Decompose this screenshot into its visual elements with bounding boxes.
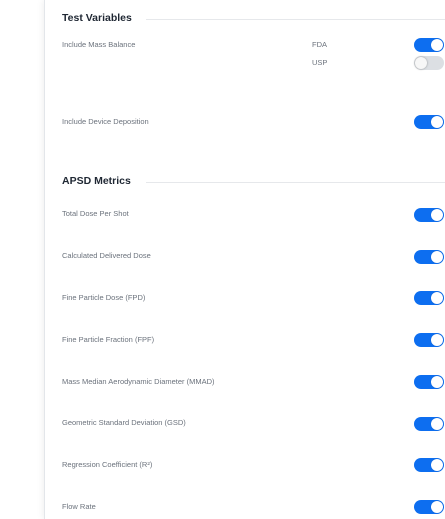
metric-label-fpd: Fine Particle Dose (FPD) bbox=[62, 293, 146, 302]
test-variables-heading: Test Variables bbox=[62, 12, 132, 24]
toggle-knob bbox=[431, 501, 443, 513]
fpd-toggle[interactable] bbox=[414, 291, 444, 305]
toggle-knob bbox=[431, 418, 443, 430]
flow-rate-toggle[interactable] bbox=[414, 500, 444, 514]
toggle-knob bbox=[431, 116, 443, 128]
fda-label: FDA bbox=[312, 40, 327, 49]
fda-mass-balance-toggle[interactable] bbox=[414, 38, 444, 52]
toggle-knob bbox=[431, 376, 443, 388]
toggle-knob bbox=[431, 334, 443, 346]
metric-label-flow-rate: Flow Rate bbox=[62, 502, 96, 511]
mmad-toggle[interactable] bbox=[414, 375, 444, 389]
metric-label-regression: Regression Coefficient (R²) bbox=[62, 460, 153, 469]
toggle-knob bbox=[431, 292, 443, 304]
delivered-dose-toggle[interactable] bbox=[414, 250, 444, 264]
metric-label-fpf: Fine Particle Fraction (FPF) bbox=[62, 335, 155, 344]
toggle-knob bbox=[431, 251, 443, 263]
regression-toggle[interactable] bbox=[414, 458, 444, 472]
toggle-knob bbox=[431, 459, 443, 471]
metric-label-mmad: Mass Median Aerodynamic Diameter (MMAD) bbox=[62, 377, 215, 386]
toggle-knob bbox=[431, 209, 443, 221]
metric-label-delivered-dose: Calculated Delivered Dose bbox=[62, 251, 151, 260]
settings-page: Test Variables Include Mass Balance FDA … bbox=[0, 0, 445, 519]
gsd-toggle[interactable] bbox=[414, 417, 444, 431]
metric-label-total-dose: Total Dose Per Shot bbox=[62, 209, 129, 218]
include-mass-balance-label: Include Mass Balance bbox=[62, 40, 136, 49]
metric-label-gsd: Geometric Standard Deviation (GSD) bbox=[62, 418, 186, 427]
usp-mass-balance-toggle[interactable] bbox=[414, 56, 444, 70]
apsd-metrics-heading: APSD Metrics bbox=[62, 175, 131, 187]
test-variables-divider bbox=[146, 19, 445, 20]
include-device-deposition-label: Include Device Deposition bbox=[62, 117, 149, 126]
toggle-knob bbox=[415, 57, 427, 69]
usp-label: USP bbox=[312, 58, 328, 67]
toggle-knob bbox=[431, 39, 443, 51]
device-deposition-toggle[interactable] bbox=[414, 115, 444, 129]
fpf-toggle[interactable] bbox=[414, 333, 444, 347]
apsd-metrics-divider bbox=[146, 182, 445, 183]
total-dose-toggle[interactable] bbox=[414, 208, 444, 222]
